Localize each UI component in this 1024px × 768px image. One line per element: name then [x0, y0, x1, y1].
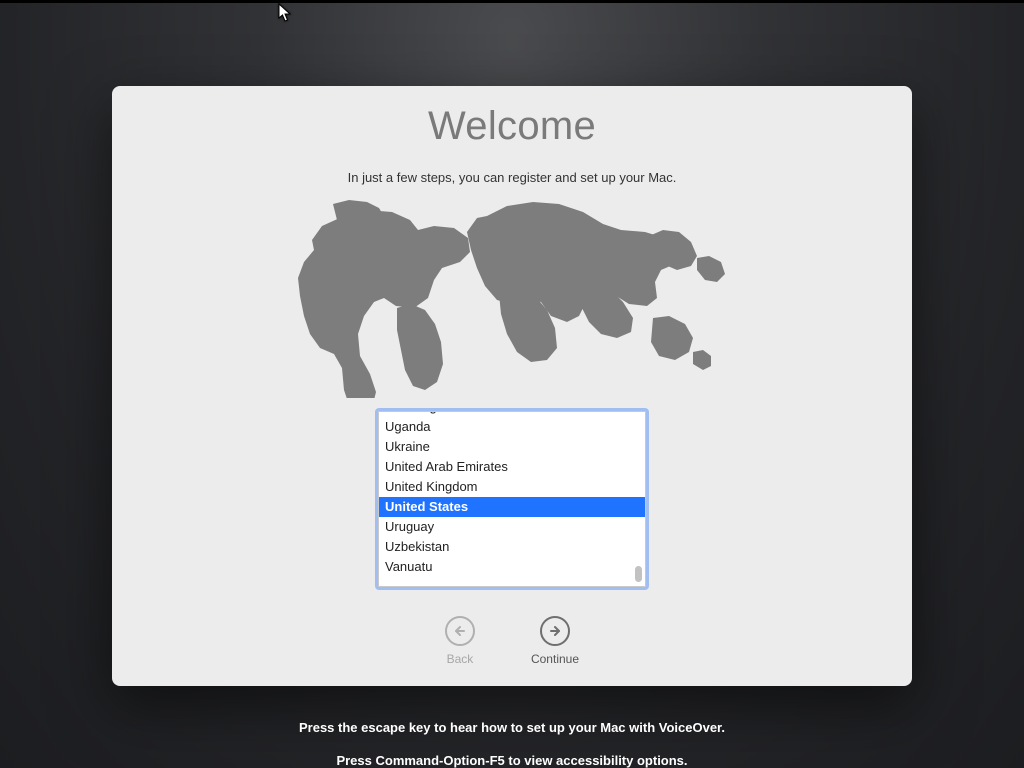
- country-listbox[interactable]: U.S. Virgin IslandsUgandaUkraineUnited A…: [378, 411, 646, 587]
- country-option[interactable]: United States: [379, 497, 645, 517]
- mouse-cursor: [278, 3, 292, 23]
- country-option[interactable]: Vanuatu: [379, 557, 645, 577]
- nav-row: Back Continue: [112, 616, 912, 666]
- country-option[interactable]: Uzbekistan: [379, 537, 645, 557]
- back-button: Back: [445, 616, 475, 666]
- page-subtitle: In just a few steps, you can register an…: [112, 170, 912, 185]
- desktop: Welcome In just a few steps, you can reg…: [0, 3, 1024, 768]
- accessibility-hint: Press Command-Option-F5 to view accessib…: [0, 753, 1024, 768]
- setup-assistant-window: Welcome In just a few steps, you can reg…: [112, 86, 912, 686]
- country-option[interactable]: Uganda: [379, 417, 645, 437]
- country-option[interactable]: Ukraine: [379, 437, 645, 457]
- scrollbar-knob[interactable]: [635, 566, 642, 582]
- country-option[interactable]: United Arab Emirates: [379, 457, 645, 477]
- page-title: Welcome: [112, 104, 912, 149]
- country-option[interactable]: Uruguay: [379, 517, 645, 537]
- voiceover-hint: Press the escape key to hear how to set …: [0, 720, 1024, 735]
- arrow-left-icon: [445, 616, 475, 646]
- continue-label: Continue: [531, 652, 579, 666]
- continue-button[interactable]: Continue: [531, 616, 579, 666]
- world-map-icon: [277, 198, 747, 398]
- arrow-right-icon: [540, 616, 570, 646]
- back-label: Back: [447, 652, 474, 666]
- country-option[interactable]: United Kingdom: [379, 477, 645, 497]
